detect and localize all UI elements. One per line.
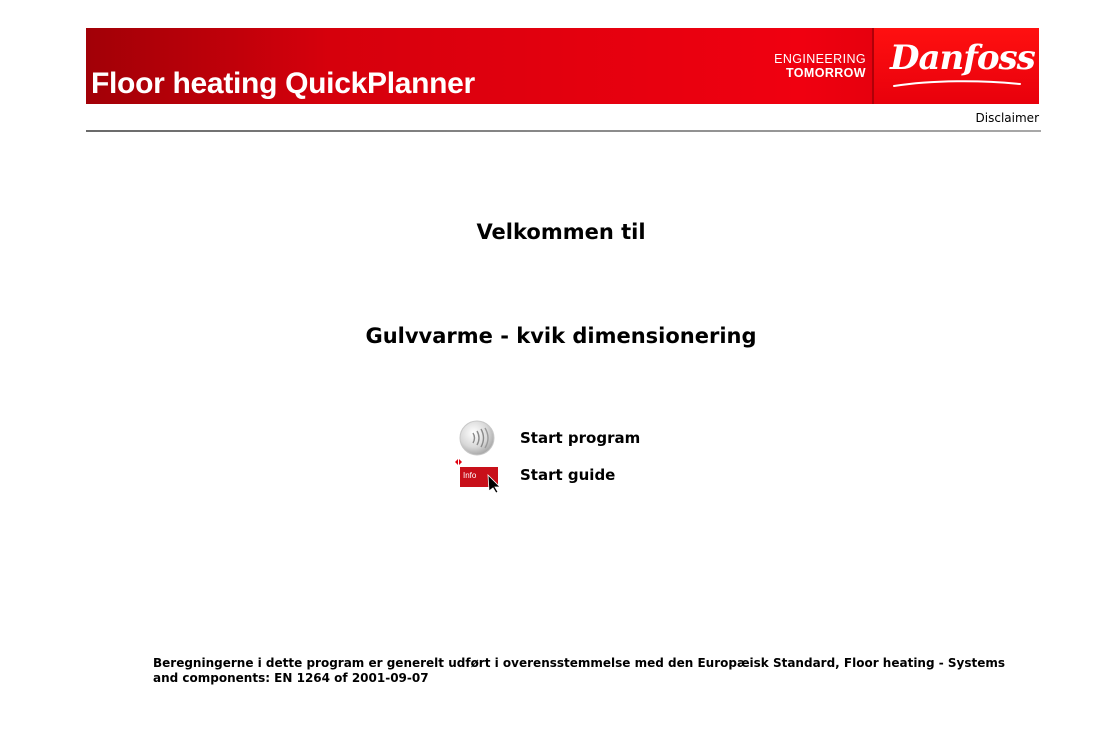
program-title: Gulvvarme - kvik dimensionering [365,324,757,348]
start-program-label: Start program [520,429,641,447]
brand-tagline: ENGINEERING TOMORROW [756,52,866,80]
start-guide-button[interactable]: Info Start guide [455,457,616,494]
danfoss-logo: Danfoss [872,28,1039,104]
standard-note: Beregningerne i dette program er generel… [153,656,1006,685]
header-divider [86,130,1041,132]
welcome-heading: Velkommen til [476,220,646,244]
app-title: Floor heating QuickPlanner [91,67,475,100]
start-guide-label: Start guide [520,466,616,484]
start-program-button[interactable]: Start program [455,420,640,456]
logo-swoosh-icon [893,80,1021,87]
info-badge-text: Info [463,471,477,480]
header-banner: Floor heating QuickPlanner ENGINEERING T… [86,28,1039,104]
tagline-line1: ENGINEERING [774,52,866,66]
info-cursor-icon: Info [455,457,503,494]
disclaimer-link[interactable]: Disclaimer [976,111,1039,125]
tagline-line2: TOMORROW [785,66,866,80]
logo-wordmark: Danfoss [890,38,1036,78]
sound-disc-icon [455,420,503,456]
page: Floor heating QuickPlanner ENGINEERING T… [0,0,1120,747]
